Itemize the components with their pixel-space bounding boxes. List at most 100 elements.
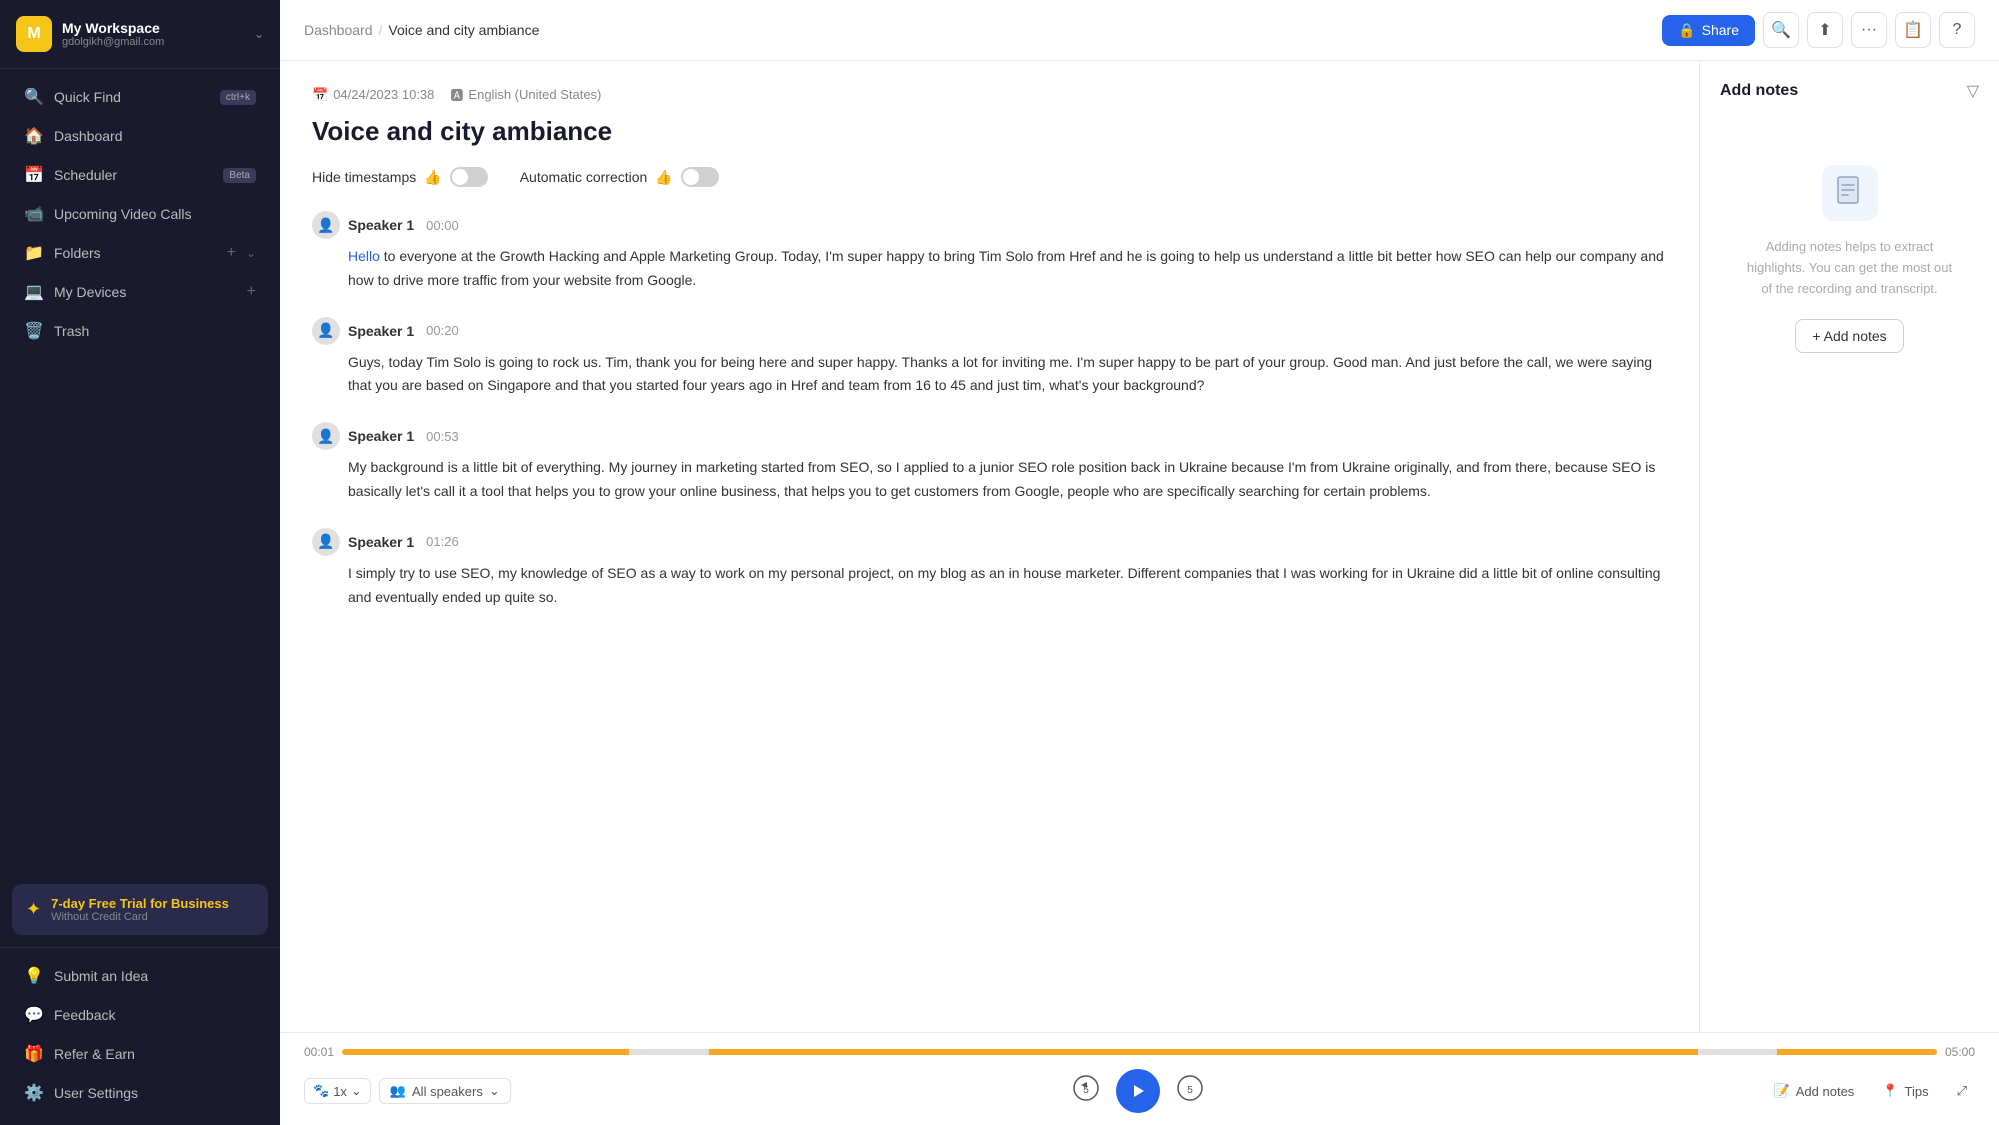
- language-text: English (United States): [468, 87, 601, 102]
- sidebar-item-label: Feedback: [54, 1007, 256, 1023]
- workspace-name: My Workspace: [62, 20, 244, 36]
- sidebar-item-label: Upcoming Video Calls: [54, 206, 256, 222]
- speaker-block-1: 👤 Speaker 1 00:00 Hello to everyone at t…: [312, 211, 1667, 293]
- sidebar-item-label: My Devices: [54, 284, 237, 300]
- people-icon: 👥: [390, 1083, 406, 1099]
- speaker-avatar: 👤: [312, 528, 340, 556]
- trial-sub-text: Without Credit Card: [51, 911, 229, 923]
- topbar-actions: 🔒 Share 🔍 ⬆ ··· 📋 ?: [1662, 12, 1975, 48]
- filter-chevron: ⌄: [489, 1083, 500, 1099]
- quick-find-shortcut: ctrl+k: [220, 90, 256, 105]
- highlighted-word: Hello: [348, 248, 380, 264]
- beta-badge: Beta: [223, 168, 256, 183]
- controls-row: Hide timestamps 👍 Automatic correction 👍: [312, 167, 1667, 187]
- speaker-time: 00:20: [426, 323, 459, 338]
- notes-filter-icon[interactable]: ▽: [1967, 81, 1979, 101]
- fullscreen-button[interactable]: ⤢: [1949, 1079, 1975, 1103]
- trash-icon: 🗑️: [24, 321, 44, 341]
- notes-panel: Add notes ▽ Adding notes helps to extrac…: [1699, 61, 1999, 1032]
- date-text: 04/24/2023 10:38: [333, 87, 434, 102]
- speaker-time: 01:26: [426, 534, 459, 549]
- expand-icon: ⤢: [1957, 1083, 1967, 1099]
- sidebar-item-folders[interactable]: 📁 Folders + ⌄: [8, 234, 272, 272]
- notes-icon: 📋: [1903, 20, 1923, 40]
- player-controls: 🐾 1x ⌄ 👥 All speakers ⌄ 5: [304, 1069, 1975, 1113]
- calendar-icon: 📅: [312, 87, 328, 103]
- trial-main-text: 7-day Free Trial for Business: [51, 896, 229, 911]
- sidebar-item-user-settings[interactable]: ⚙️ User Settings: [8, 1074, 272, 1112]
- sidebar-item-dashboard[interactable]: 🏠 Dashboard: [8, 117, 272, 155]
- speaker-name: Speaker 1: [348, 217, 414, 233]
- refer-icon: 🎁: [24, 1044, 44, 1064]
- sidebar-bottom-nav: 💡 Submit an Idea 💬 Feedback 🎁 Refer & Ea…: [0, 947, 280, 1125]
- tips-button[interactable]: 📍 Tips: [1874, 1079, 1936, 1103]
- speaker-avatar: 👤: [312, 422, 340, 450]
- add-notes-icon: 📝: [1774, 1083, 1790, 1099]
- notes-doc-icon: [1822, 165, 1878, 221]
- speaker-block-4: 👤 Speaker 1 01:26 I simply try to use SE…: [312, 528, 1667, 610]
- sidebar-item-quick-find[interactable]: 🔍 Quick Find ctrl+k: [8, 78, 272, 116]
- sidebar-item-feedback[interactable]: 💬 Feedback: [8, 996, 272, 1034]
- speed-chevron: ⌄: [351, 1083, 362, 1099]
- sidebar-item-scheduler[interactable]: 📅 Scheduler Beta: [8, 156, 272, 194]
- sidebar-item-label: Dashboard: [54, 128, 256, 144]
- progress-segment-1: [342, 1049, 629, 1055]
- progress-bar[interactable]: [342, 1049, 1937, 1055]
- sidebar-item-label: Scheduler: [54, 167, 213, 183]
- notes-empty-state: Adding notes helps to extract highlights…: [1720, 125, 1979, 393]
- speaker-filter-button[interactable]: 👥 All speakers ⌄: [379, 1078, 511, 1104]
- folders-plus-icon[interactable]: +: [227, 244, 236, 262]
- breadcrumb-separator: /: [379, 22, 383, 38]
- player-add-notes-button[interactable]: 📝 Add notes: [1766, 1079, 1863, 1103]
- sidebar-item-submit-idea[interactable]: 💡 Submit an Idea: [8, 957, 272, 995]
- auto-correction-toggle[interactable]: [681, 167, 719, 187]
- search-button[interactable]: 🔍: [1763, 12, 1799, 48]
- avatar: M: [16, 16, 52, 52]
- audio-player: 00:01 05:00 🐾 1x ⌄ 👥: [280, 1032, 1999, 1125]
- sidebar-item-upcoming-video[interactable]: 📹 Upcoming Video Calls: [8, 195, 272, 233]
- recording-title: Voice and city ambiance: [312, 116, 1667, 147]
- sidebar-item-label: Refer & Earn: [54, 1046, 256, 1062]
- speaker-block-2: 👤 Speaker 1 00:20 Guys, today Tim Solo i…: [312, 317, 1667, 399]
- speed-button[interactable]: 🐾 1x ⌄: [304, 1078, 371, 1104]
- dashboard-icon: 🏠: [24, 126, 44, 146]
- sidebar-nav: 🔍 Quick Find ctrl+k 🏠 Dashboard 📅 Schedu…: [0, 69, 280, 872]
- speaker-time: 00:53: [426, 429, 459, 444]
- share-button[interactable]: 🔒 Share: [1662, 15, 1755, 46]
- speaker-text: My background is a little bit of everyth…: [312, 456, 1667, 504]
- feedback-icon: 💬: [24, 1005, 44, 1025]
- sidebar-item-label: Trash: [54, 323, 256, 339]
- speaker-header: 👤 Speaker 1 01:26: [312, 528, 1667, 556]
- workspace-header[interactable]: M My Workspace gdolgikh@gmail.com ⌄: [0, 0, 280, 69]
- speaker-text: Hello to everyone at the Growth Hacking …: [312, 245, 1667, 293]
- devices-plus-icon[interactable]: +: [247, 283, 256, 301]
- rewind-button[interactable]: 5: [1068, 1070, 1104, 1112]
- ellipsis-icon: ···: [1861, 21, 1877, 39]
- forward-button[interactable]: 5: [1172, 1070, 1208, 1112]
- hide-timestamps-toggle[interactable]: [450, 167, 488, 187]
- sidebar-item-trash[interactable]: 🗑️ Trash: [8, 312, 272, 350]
- breadcrumb-dashboard[interactable]: Dashboard: [304, 22, 373, 38]
- add-notes-button[interactable]: + Add notes: [1795, 319, 1903, 353]
- hide-timestamps-emoji: 👍: [424, 169, 441, 186]
- chevron-down-icon: ⌄: [254, 27, 264, 41]
- progress-segment-3: [709, 1049, 1698, 1055]
- speed-value: 1x: [333, 1084, 347, 1099]
- sidebar-item-refer-earn[interactable]: 🎁 Refer & Earn: [8, 1035, 272, 1073]
- search-icon: 🔍: [1771, 20, 1791, 40]
- hide-timestamps-toggle-group: Hide timestamps 👍: [312, 167, 488, 187]
- sidebar-item-my-devices[interactable]: 💻 My Devices +: [8, 273, 272, 311]
- video-icon: 📹: [24, 204, 44, 224]
- current-time: 00:01: [304, 1045, 334, 1059]
- speaker-header: 👤 Speaker 1 00:20: [312, 317, 1667, 345]
- notes-button[interactable]: 📋: [1895, 12, 1931, 48]
- export-button[interactable]: ⬆: [1807, 12, 1843, 48]
- play-button[interactable]: [1116, 1069, 1160, 1113]
- total-time: 05:00: [1945, 1045, 1975, 1059]
- devices-icon: 💻: [24, 282, 44, 302]
- transcript-area: 📅 04/24/2023 10:38 🅰 English (United Sta…: [280, 61, 1699, 1032]
- help-button[interactable]: ?: [1939, 12, 1975, 48]
- speaker-text: I simply try to use SEO, my knowledge of…: [312, 562, 1667, 610]
- trial-banner[interactable]: ✦ 7-day Free Trial for Business Without …: [12, 884, 268, 935]
- more-options-button[interactable]: ···: [1851, 12, 1887, 48]
